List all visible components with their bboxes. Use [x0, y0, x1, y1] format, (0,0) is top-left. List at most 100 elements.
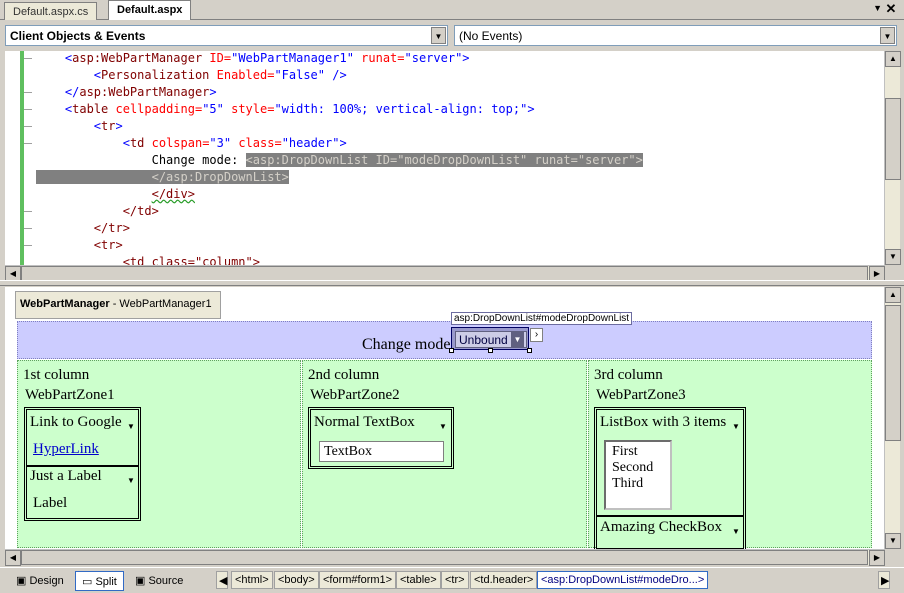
split-view-button[interactable]: ▭ Split: [75, 571, 124, 591]
change-mode-label: Change mode:: [362, 336, 455, 353]
web-part-manager-control[interactable]: WebPartManager - WebPartManager1: [15, 291, 221, 319]
three-item-listbox[interactable]: First Second Third: [604, 440, 672, 510]
breadcrumb-td-header[interactable]: <td.header>: [470, 571, 538, 589]
code-line-6[interactable]: <td colspan="3" class="header">: [36, 135, 347, 152]
web-part-menu-icon[interactable]: ▼: [127, 476, 135, 485]
selected-code[interactable]: </asp:DropDownList>: [36, 170, 289, 184]
div-close-error[interactable]: </div>: [152, 187, 195, 201]
code-line-7[interactable]: Change mode: <asp:DropDownList ID="modeD…: [36, 152, 643, 169]
mode-dropdown-list[interactable]: Unbound ▼: [451, 327, 529, 350]
design-vertical-scrollbar[interactable]: ▲ ▼: [884, 287, 901, 549]
resize-handle[interactable]: [449, 348, 454, 353]
part-divider: [27, 465, 138, 467]
web-part-title: ListBox with 3 items: [600, 414, 727, 430]
close-document-icon[interactable]: ✕: [884, 2, 898, 16]
breadcrumb-body[interactable]: <body>: [274, 571, 319, 589]
tab-default-aspx[interactable]: Default.aspx: [108, 0, 192, 20]
web-part-title: Just a Label: [30, 468, 102, 484]
web-part-menu-icon[interactable]: ▼: [439, 422, 447, 431]
selected-code[interactable]: <asp:DropDownList ID="modeDropDownList" …: [245, 153, 643, 167]
column-3[interactable]: 3rd column WebPartZone3 ListBox with 3 i…: [588, 360, 872, 551]
events-combo[interactable]: (No Events) ▼: [454, 25, 897, 46]
scroll-left-icon[interactable]: ◀: [5, 550, 21, 566]
scroll-down-icon[interactable]: ▼: [885, 533, 901, 549]
column-2[interactable]: 2nd column WebPartZone2 Normal TextBox ▼…: [302, 360, 587, 548]
web-part-zone-2[interactable]: Normal TextBox ▼ TextBox: [308, 407, 454, 469]
web-part-menu-icon[interactable]: ▼: [732, 527, 740, 536]
zone-title: WebPartZone1: [25, 387, 115, 403]
list-item[interactable]: First: [612, 444, 664, 460]
scroll-down-icon[interactable]: ▼: [885, 249, 901, 265]
split-view-icon: ▭: [82, 576, 96, 588]
resize-handle[interactable]: [488, 348, 493, 353]
chevron-down-icon[interactable]: ▼: [431, 27, 446, 44]
scroll-thumb[interactable]: [885, 305, 901, 441]
scroll-up-icon[interactable]: ▲: [885, 51, 901, 67]
web-part-zone-3[interactable]: ListBox with 3 items ▼ First Second Thir…: [594, 407, 746, 551]
fold-marker: [24, 228, 32, 229]
list-item[interactable]: Second: [612, 460, 664, 476]
fold-marker: [24, 245, 32, 246]
events-combo-value: (No Events): [459, 29, 523, 43]
tab-default-aspx-cs[interactable]: Default.aspx.cs: [4, 2, 98, 20]
code-line-8[interactable]: </asp:DropDownList>: [36, 169, 289, 186]
web-part-manager-type: WebPartManager: [20, 298, 110, 310]
scroll-thumb[interactable]: [21, 550, 868, 565]
list-item[interactable]: Third: [612, 476, 664, 492]
web-part-title: Amazing CheckBox: [600, 519, 723, 535]
scroll-right-icon[interactable]: ▶: [869, 550, 885, 566]
web-part-menu-icon[interactable]: ▼: [127, 422, 135, 431]
breadcrumb-dropdownlist[interactable]: <asp:DropDownList#modeDro...>: [537, 571, 709, 589]
editor-vertical-scrollbar[interactable]: ▲ ▼: [884, 51, 901, 265]
design-view-icon: ▣: [16, 575, 30, 587]
zone-title: WebPartZone2: [310, 387, 400, 403]
column-title: 1st column: [23, 367, 90, 383]
breadcrumb-tr[interactable]: <tr>: [441, 571, 469, 589]
fold-marker: [24, 92, 32, 93]
breadcrumb-form[interactable]: <form#form1>: [319, 571, 397, 589]
code-line-3[interactable]: </asp:WebPartManager>: [36, 84, 217, 101]
part-divider: [597, 515, 743, 517]
chevron-down-icon[interactable]: ▼: [880, 27, 895, 44]
column-title: 2nd column: [308, 367, 380, 383]
code-line-9[interactable]: </div>: [36, 186, 195, 203]
fold-marker: [24, 126, 32, 127]
normal-textbox[interactable]: TextBox: [319, 441, 444, 462]
code-line-10[interactable]: </td>: [36, 203, 159, 220]
document-tab-strip: Default.aspx.cs Default.aspx ▼ ✕: [0, 0, 904, 20]
breadcrumb-back-icon[interactable]: ◀: [216, 571, 228, 589]
client-objects-combo[interactable]: Client Objects & Events ▼: [5, 25, 448, 46]
breadcrumb-html[interactable]: <html>: [231, 571, 273, 589]
source-view-button[interactable]: ▣ Source: [129, 571, 189, 591]
code-line-4[interactable]: <table cellpadding="5" style="width: 100…: [36, 101, 535, 118]
scroll-thumb[interactable]: [21, 266, 868, 281]
chevron-down-icon[interactable]: ▼: [511, 332, 524, 347]
breadcrumb-table[interactable]: <table>: [396, 571, 441, 589]
change-tracking-bar: [20, 51, 24, 265]
split-view-splitter[interactable]: [0, 280, 904, 286]
design-view-button[interactable]: ▣ Design: [10, 571, 70, 591]
code-line-12[interactable]: <tr>: [36, 237, 123, 254]
resize-handle[interactable]: [527, 348, 532, 353]
tab-list-dropdown-icon[interactable]: ▼: [873, 3, 882, 13]
design-horizontal-scrollbar[interactable]: ◀ ▶: [5, 549, 885, 566]
fold-marker: [24, 143, 32, 144]
web-part-manager-id: - WebPartManager1: [109, 298, 212, 310]
code-line-5[interactable]: <tr>: [36, 118, 123, 135]
google-hyperlink[interactable]: HyperLink: [33, 441, 99, 458]
web-part-zone-1[interactable]: Link to Google ▼ HyperLink Just a Label …: [24, 407, 141, 521]
column-1[interactable]: 1st column WebPartZone1 Link to Google ▼…: [17, 360, 301, 548]
fold-marker: [24, 109, 32, 110]
smart-tag-icon[interactable]: ›: [530, 328, 543, 342]
code-line-1[interactable]: <asp:WebPartManager ID="WebPartManager1"…: [36, 50, 470, 67]
scroll-thumb[interactable]: [885, 98, 901, 180]
web-part-menu-icon[interactable]: ▼: [732, 422, 740, 431]
selected-control-tag-label: asp:DropDownList#modeDropDownList: [451, 312, 633, 325]
code-line-2[interactable]: <Personalization Enabled="False" />: [36, 67, 347, 84]
editor-horizontal-scrollbar[interactable]: ◀ ▶: [5, 265, 885, 282]
breadcrumb-forward-icon[interactable]: ▶: [878, 571, 890, 589]
web-part-title: Normal TextBox: [314, 414, 415, 430]
scroll-up-icon[interactable]: ▲: [885, 287, 901, 303]
code-line-11[interactable]: </tr>: [36, 220, 130, 237]
web-part-title: Link to Google: [30, 414, 122, 430]
